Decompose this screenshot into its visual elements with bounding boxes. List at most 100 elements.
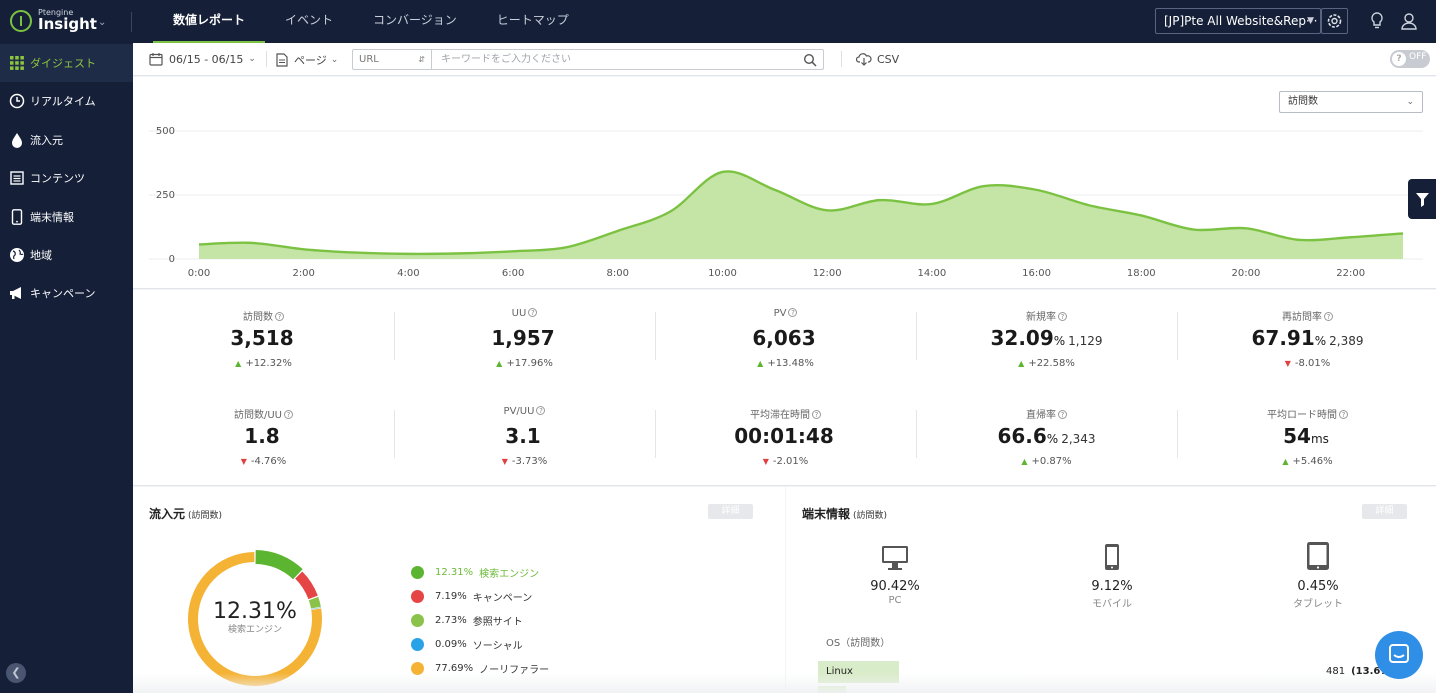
- divider: [394, 410, 395, 458]
- sidebar-item-realtime[interactable]: リアルタイム: [0, 82, 133, 120]
- tablet-icon: [1263, 537, 1373, 571]
- help-icon[interactable]: ?: [1058, 410, 1067, 419]
- sidebar-item-sources[interactable]: 流入元: [0, 121, 133, 159]
- kpi-unit: %: [1314, 334, 1327, 348]
- chat-button[interactable]: [1375, 631, 1423, 679]
- help-icon[interactable]: ?: [1339, 410, 1348, 419]
- app-logo[interactable]: Ptengine Insight ⌄: [10, 8, 120, 36]
- kpi-value: 1.8: [133, 424, 394, 450]
- user-icon[interactable]: [1398, 10, 1420, 32]
- monitor-icon: [840, 537, 950, 571]
- sources-title-sub: (訪問数): [188, 511, 223, 521]
- tab-conversion[interactable]: コンバージョン: [353, 0, 477, 43]
- triangle-up-icon: ▲: [757, 359, 764, 368]
- compare-toggle[interactable]: ? OFF: [1390, 50, 1430, 68]
- device-tablet-pct: 0.45%: [1297, 579, 1339, 594]
- page-type-selector[interactable]: ページ ⌄: [276, 52, 338, 68]
- sources-detail-button[interactable]: 詳細: [708, 504, 753, 519]
- device-tablet: 0.45% タブレット: [1263, 537, 1373, 610]
- kpi-card: 直帰率? 66.6% 2,343 ▲ +0.87%: [916, 406, 1177, 467]
- trend-chart: 500 250 0 0:00 2:00 4:00 6:00 8:00 10:00 12:00 14:…: [149, 126, 1423, 279]
- sidebar-item-digest[interactable]: ダイジェスト: [0, 44, 133, 82]
- donut-slice[interactable]: [255, 550, 303, 580]
- lightbulb-icon[interactable]: [1366, 10, 1388, 32]
- site-selector[interactable]: [JP]Pte All Website&Rep··· ▼: [1155, 8, 1321, 34]
- kpi-label-text: 平均ロード時間: [1267, 410, 1337, 421]
- divider: [841, 51, 842, 67]
- sidebar-item-campaign[interactable]: キャンペーン: [0, 274, 133, 312]
- legend-item[interactable]: 0.09% ソーシャル: [411, 637, 523, 652]
- help-icon[interactable]: ?: [1324, 312, 1333, 321]
- x-tick-label: 16:00: [1022, 268, 1051, 279]
- legend-item[interactable]: 12.31% 検索エンジン: [411, 565, 539, 580]
- sources-panel: 流入元 (訪問数) 詳細 12.31% 検索エンジン 12.31% 検索エンジン 7.…: [133, 487, 785, 693]
- cloud-download-icon: [856, 53, 872, 66]
- search-icon[interactable]: [803, 53, 817, 67]
- devices-title: 端末情報 (訪問数): [802, 505, 887, 522]
- kpi-change: ▼ -2.01%: [655, 456, 916, 467]
- kpi-card: 再訪問率? 67.91% 2,389 ▼ -8.01%: [1177, 308, 1436, 369]
- kpi-change-value: -4.76%: [250, 456, 287, 467]
- help-icon[interactable]: ?: [284, 410, 293, 419]
- kpi-label-text: 再訪問率: [1282, 312, 1322, 323]
- csv-download-button[interactable]: CSV: [856, 52, 899, 66]
- divider: [916, 312, 917, 360]
- smartphone-icon: [1057, 537, 1167, 571]
- sidebar-collapse-button[interactable]: ❮: [6, 663, 26, 683]
- legend-label: ソーシャル: [472, 641, 523, 652]
- help-icon[interactable]: ?: [275, 312, 284, 321]
- url-match-select[interactable]: URL ⇵: [353, 50, 432, 69]
- kpi-label-text: 直帰率: [1026, 410, 1056, 421]
- sidebar-item-label: コンテンツ: [30, 172, 85, 185]
- donut-slice[interactable]: [295, 571, 318, 600]
- updown-arrows-icon: ⇵: [418, 55, 425, 64]
- help-icon[interactable]: ?: [1058, 312, 1067, 321]
- scroll-fade: [133, 673, 1436, 693]
- help-icon[interactable]: ?: [536, 406, 546, 415]
- sidebar-item-region[interactable]: 地域: [0, 236, 133, 274]
- kpi-sub-value: 2,389: [1329, 334, 1364, 348]
- kpi-change-value: +13.48%: [767, 358, 814, 369]
- kpi-change: ▲ +0.87%: [916, 456, 1177, 467]
- sidebar-item-devices[interactable]: 端末情報: [0, 198, 133, 236]
- legend-dot: [411, 590, 424, 603]
- x-tick-label: 18:00: [1127, 268, 1156, 279]
- tab-heatmap[interactable]: ヒートマップ: [477, 0, 589, 43]
- kpi-change: ▲ +12.32%: [133, 358, 394, 369]
- legend-label: 参照サイト: [472, 617, 523, 628]
- date-range-picker[interactable]: 06/15 - 06/15 ⌄: [149, 52, 256, 66]
- legend-item[interactable]: 7.19% キャンペーン: [411, 589, 532, 604]
- tab-event[interactable]: イベント: [265, 0, 353, 43]
- help-icon[interactable]: ?: [812, 410, 821, 419]
- devices-title-sub: (訪問数): [853, 511, 888, 521]
- kpi-label-text: 訪問数: [243, 312, 273, 323]
- globe-icon: [8, 246, 26, 264]
- keyword-input[interactable]: [433, 50, 793, 69]
- legend-item[interactable]: 2.73% 参照サイト: [411, 613, 523, 628]
- kpi-value: 3.1: [394, 424, 655, 450]
- y-tick-label: 500: [156, 126, 175, 137]
- logo-product: Insight: [38, 15, 97, 33]
- calendar-icon: [149, 53, 163, 66]
- device-mobile-label: モバイル: [1092, 599, 1132, 610]
- help-icon[interactable]: ?: [788, 308, 798, 317]
- trend-chart-panel: 訪問数 ⌄ 500 250 0 0:00 2:00 4:00 6:00 8:00 10:00 12…: [133, 77, 1436, 289]
- kpi-change: ▲ +5.46%: [1177, 456, 1436, 467]
- metric-select[interactable]: 訪問数 ⌄: [1279, 91, 1423, 113]
- sidebar-item-content[interactable]: コンテンツ: [0, 159, 133, 197]
- divider: [131, 12, 132, 32]
- settings-button[interactable]: [1321, 8, 1348, 34]
- kpi-label-text: 新規率: [1026, 312, 1056, 323]
- devices-detail-button[interactable]: 詳細: [1362, 504, 1407, 519]
- triangle-up-icon: ▲: [1282, 457, 1289, 466]
- triangle-down-icon: ▼: [1284, 359, 1291, 368]
- x-tick-label: 20:00: [1232, 268, 1261, 279]
- filter-panel-button[interactable]: [1408, 179, 1436, 219]
- triangle-up-icon: ▲: [235, 359, 242, 368]
- tab-report[interactable]: 数値レポート: [153, 0, 266, 43]
- kpi-card: PV/UU? 3.1 ▼ -3.73%: [394, 406, 655, 467]
- sidebar-item-label: 端末情報: [30, 211, 74, 224]
- help-icon[interactable]: ?: [528, 308, 538, 317]
- grid-icon: [8, 54, 26, 72]
- kpi-sub-value: 2,343: [1061, 432, 1096, 446]
